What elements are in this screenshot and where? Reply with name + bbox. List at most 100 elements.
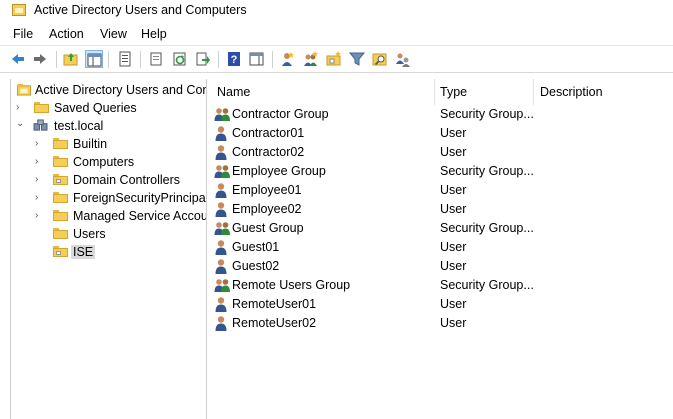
user-icon bbox=[214, 182, 231, 198]
tree-item-ise[interactable]: ISE bbox=[35, 243, 206, 261]
column-divider[interactable] bbox=[434, 79, 435, 105]
tree-item-users[interactable]: Users bbox=[35, 225, 206, 243]
menu-view[interactable]: View bbox=[100, 27, 127, 41]
table-row[interactable]: Employee02 User bbox=[207, 200, 673, 219]
row-type: User bbox=[440, 202, 467, 216]
action-pane-icon[interactable] bbox=[248, 50, 266, 68]
table-row[interactable]: Contractor01 User bbox=[207, 124, 673, 143]
new-user-icon[interactable] bbox=[279, 50, 297, 68]
tree-item-saved-queries[interactable]: › Saved Queries bbox=[16, 99, 206, 117]
row-name: Contractor02 bbox=[232, 145, 305, 159]
tree-item-label: Saved Queries bbox=[54, 101, 137, 115]
row-type: Security Group... bbox=[440, 278, 534, 292]
row-type: User bbox=[440, 126, 467, 140]
console-tree[interactable]: Active Directory Users and Com › Saved Q… bbox=[0, 79, 207, 419]
row-name: Guest02 bbox=[232, 259, 280, 273]
help-icon[interactable]: ? bbox=[225, 50, 243, 68]
row-type: User bbox=[440, 240, 467, 254]
row-type: Security Group... bbox=[440, 221, 534, 235]
table-row[interactable]: RemoteUser02 User bbox=[207, 314, 673, 333]
table-row[interactable]: Guest Group Security Group... bbox=[207, 219, 673, 238]
menu-bar: File Action View Help bbox=[0, 24, 673, 44]
row-type: User bbox=[440, 297, 467, 311]
collapse-arrow-icon[interactable]: ⌄ bbox=[16, 118, 26, 130]
table-row[interactable]: Guest02 User bbox=[207, 257, 673, 276]
expand-arrow-icon[interactable]: › bbox=[35, 192, 45, 204]
tree-item-builtin[interactable]: › Builtin bbox=[35, 135, 206, 153]
back-icon[interactable] bbox=[9, 50, 27, 68]
row-name: Guest01 bbox=[232, 240, 280, 254]
forward-icon[interactable] bbox=[31, 50, 49, 68]
row-type: Security Group... bbox=[440, 107, 534, 121]
tree-item-managed-service-accounts[interactable]: › Managed Service Accour bbox=[35, 207, 206, 225]
title-bar: Active Directory Users and Computers bbox=[0, 0, 673, 22]
tree-item-label: ISE bbox=[71, 245, 96, 259]
expand-arrow-icon[interactable]: › bbox=[35, 174, 45, 186]
expand-arrow-icon[interactable]: › bbox=[35, 156, 45, 168]
column-header-type[interactable]: Type bbox=[440, 85, 467, 99]
up-folder-icon[interactable] bbox=[62, 50, 80, 68]
expand-arrow-icon[interactable]: › bbox=[35, 210, 45, 222]
refresh-icon[interactable] bbox=[171, 50, 189, 68]
new-group-icon[interactable] bbox=[302, 50, 320, 68]
tree-item-domain-controllers[interactable]: › Domain Controllers bbox=[35, 171, 206, 189]
column-divider[interactable] bbox=[533, 79, 534, 105]
domain-icon bbox=[33, 119, 48, 131]
table-row[interactable]: RemoteUser01 User bbox=[207, 295, 673, 314]
tree-item-label: ForeignSecurityPrincipals bbox=[73, 191, 207, 205]
list-header: Name Type Description bbox=[207, 79, 673, 105]
folder-icon bbox=[53, 138, 68, 149]
menu-file[interactable]: File bbox=[13, 27, 33, 41]
table-row[interactable]: Contractor Group Security Group... bbox=[207, 105, 673, 124]
table-row[interactable]: Employee Group Security Group... bbox=[207, 162, 673, 181]
folder-icon bbox=[53, 156, 68, 167]
tree-item-label: Computers bbox=[73, 155, 135, 169]
ou-folder-icon bbox=[53, 246, 68, 257]
user-icon bbox=[214, 201, 231, 217]
table-row[interactable]: Contractor02 User bbox=[207, 143, 673, 162]
table-row[interactable]: Remote Users Group Security Group... bbox=[207, 276, 673, 295]
tree-item-foreign-security-principals[interactable]: › ForeignSecurityPrincipals bbox=[35, 189, 206, 207]
user-icon bbox=[214, 239, 231, 255]
folder-icon bbox=[53, 192, 68, 203]
row-name: Employee01 bbox=[232, 183, 302, 197]
row-type: Security Group... bbox=[440, 164, 534, 178]
properties-icon[interactable] bbox=[116, 50, 134, 68]
details-list[interactable]: Name Type Description Contractor Group Se… bbox=[207, 79, 673, 419]
toolbar-separator bbox=[140, 51, 141, 68]
toolbar-separator bbox=[56, 51, 57, 68]
filter-icon[interactable] bbox=[348, 50, 366, 68]
column-header-description[interactable]: Description bbox=[540, 85, 603, 99]
tree-root[interactable]: Active Directory Users and Com bbox=[16, 81, 206, 99]
table-row[interactable]: Guest01 User bbox=[207, 238, 673, 257]
row-name: Contractor01 bbox=[232, 126, 305, 140]
new-ou-icon[interactable] bbox=[325, 50, 343, 68]
find-icon[interactable] bbox=[371, 50, 389, 68]
tree-root-label: Active Directory Users and Com bbox=[35, 83, 207, 97]
svg-text:?: ? bbox=[231, 54, 238, 66]
menu-action[interactable]: Action bbox=[49, 27, 84, 41]
group-icon bbox=[214, 163, 231, 179]
export-list-icon[interactable] bbox=[194, 50, 212, 68]
tree-item-computers[interactable]: › Computers bbox=[35, 153, 206, 171]
expand-arrow-icon[interactable]: › bbox=[16, 102, 26, 114]
row-name: Remote Users Group bbox=[232, 278, 351, 292]
table-row[interactable]: Employee01 User bbox=[207, 181, 673, 200]
folder-icon bbox=[34, 102, 49, 113]
user-icon bbox=[214, 144, 231, 160]
show-hide-console-tree-icon[interactable] bbox=[85, 50, 103, 68]
toolbar-separator bbox=[218, 51, 219, 68]
copy-icon[interactable] bbox=[148, 50, 166, 68]
tree-item-label: Builtin bbox=[73, 137, 108, 151]
expand-arrow-icon[interactable]: › bbox=[35, 138, 45, 150]
app-icon bbox=[12, 4, 26, 16]
tree-item-test-local[interactable]: ⌄ test.local bbox=[16, 117, 206, 135]
menu-help[interactable]: Help bbox=[141, 27, 167, 41]
row-type: User bbox=[440, 183, 467, 197]
tree-item-label: Managed Service Accour bbox=[73, 209, 207, 223]
row-name: Guest Group bbox=[232, 221, 304, 235]
ou-folder-icon bbox=[53, 174, 68, 185]
add-to-group-icon[interactable] bbox=[394, 50, 412, 68]
toolbar-separator bbox=[272, 51, 273, 68]
column-header-name[interactable]: Name bbox=[217, 85, 250, 99]
